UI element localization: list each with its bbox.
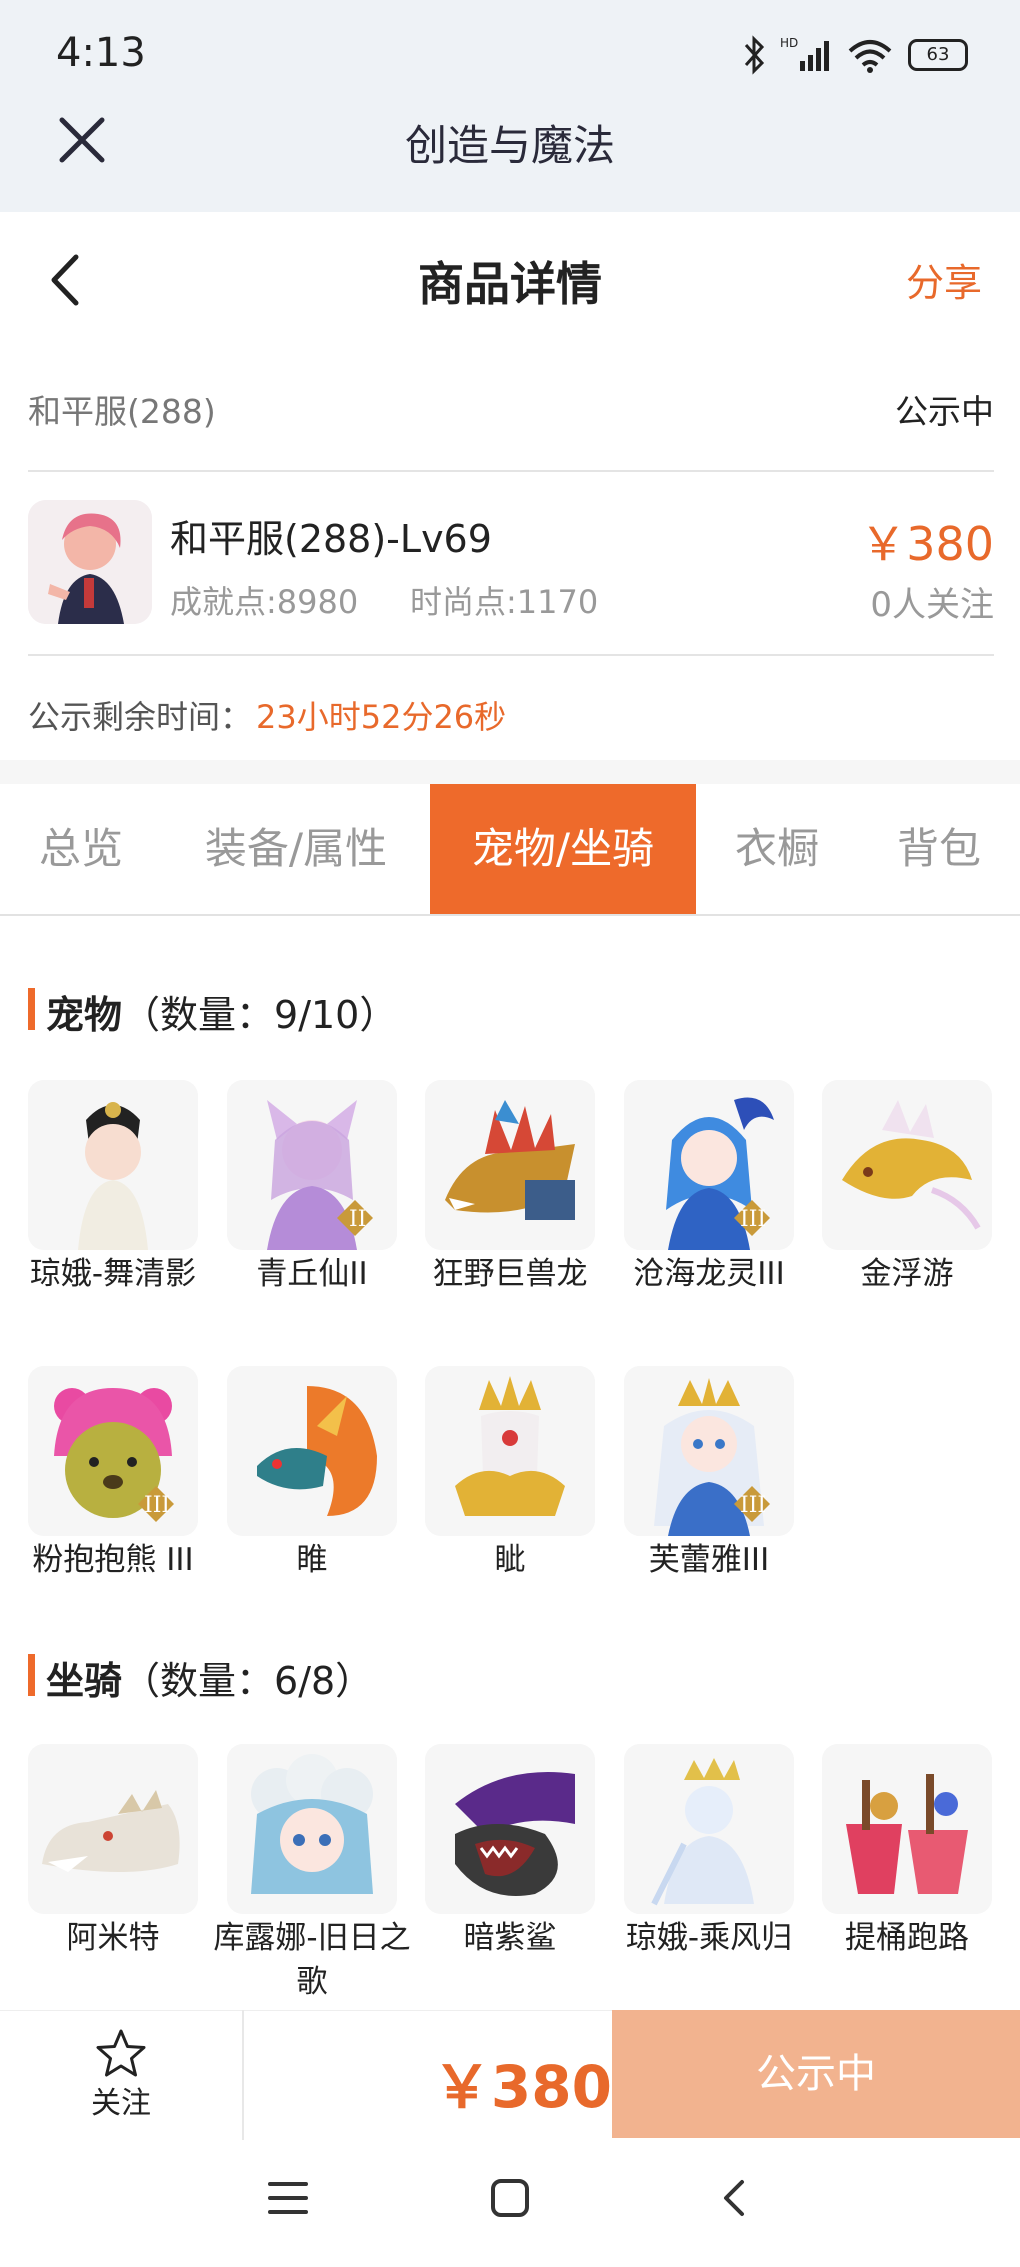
menu-icon[interactable] [266,2176,310,2220]
pet-name: 金浮游 [860,1256,954,1292]
pet-tile[interactable] [822,1080,992,1250]
mount-name: 提桶跑路 [845,1920,969,1956]
pet-name: 粉抱抱熊 III [32,1542,194,1578]
fashion-points: 时尚点:1170 [410,583,599,621]
mount-name: 暗紫鲨 [463,1920,557,1956]
listing-title: 和平服(288)-Lv69 [170,517,492,561]
character-avatar [28,500,152,624]
mount-name: 琼娥-乘风归 [625,1920,793,1956]
account-server-name: 和平服(288) [28,392,216,431]
listing-status: 公示中 [895,392,994,431]
home-icon[interactable] [488,2176,532,2220]
svg-text:HD: HD [780,36,798,50]
svg-text:III: III [740,1207,766,1232]
pet-name: 眦 [494,1542,526,1578]
mounts-section-title: 坐骑（数量：6/8） [46,1659,374,1703]
divider [28,470,994,472]
status-time: 4:13 [56,30,146,76]
tab-wardrobe[interactable]: 衣橱 [696,784,858,914]
pet-tile[interactable] [227,1366,397,1536]
app-title: 创造与魔法 [404,121,615,170]
pet-name: 狂野巨兽龙 [432,1256,588,1292]
tab-overview[interactable]: 总览 [0,784,162,914]
mount-name: 阿米特 [66,1920,160,1956]
mount-tile[interactable] [28,1744,198,1914]
mount-tile[interactable] [227,1744,397,1914]
pets-section-title: 宠物（数量：9/10） [46,993,398,1037]
tab-pets-mounts[interactable]: 宠物/坐骑 [430,784,696,914]
section-gap [0,760,1020,784]
wifi-icon [848,40,892,73]
tab-backpack[interactable]: 背包 [858,784,1020,914]
mount-tile[interactable] [822,1744,992,1914]
svg-text:III: III [144,1493,170,1518]
divider [28,654,994,656]
achievement-points: 成就点:8980 [170,583,359,621]
share-button[interactable]: 分享 [906,252,982,307]
listing-price: ￥380 [860,517,994,571]
pet-tile[interactable]: III [624,1080,794,1250]
pet-name: 芙蕾雅III [648,1542,770,1578]
system-nav-bar [0,2140,1020,2267]
follow-label: 关注 [91,2086,151,2121]
status-icons: HD 63 [742,30,968,80]
tab-equipment[interactable]: 装备/属性 [162,784,430,914]
tab-bar: 总览 装备/属性 宠物/坐骑 衣橱 背包 [0,784,1020,916]
star-icon [96,2029,146,2077]
svg-text:II: II [349,1207,366,1232]
section-marker [28,1654,35,1696]
pet-name: 睢 [296,1542,328,1578]
section-marker [28,988,35,1030]
remaining-time-value: 23小时52分26秒 [256,698,507,736]
follower-count: 0人关注 [870,585,994,625]
bottom-price: ￥380 [432,2053,612,2121]
pet-tile[interactable] [28,1080,198,1250]
signal-icon: HD [780,36,829,71]
mount-name: 库露娜-旧日之歌 [213,1920,411,2000]
mount-tile[interactable] [624,1744,794,1914]
pet-tile[interactable] [425,1366,595,1536]
status-button[interactable]: 公示中 [612,2010,1020,2138]
pet-tile[interactable]: II [227,1080,397,1250]
follow-button[interactable]: 关注 [0,2010,242,2140]
pet-tile[interactable]: III [624,1366,794,1536]
pet-tile[interactable] [425,1080,595,1250]
page-title: 商品详情 [418,257,602,311]
pet-name: 沧海龙灵III [633,1256,785,1292]
remaining-time-label: 公示剩余时间： [28,698,253,736]
battery-icon: 63 [908,39,968,71]
pet-name: 青丘仙II [256,1256,368,1292]
mount-tile[interactable] [425,1744,595,1914]
svg-text:III: III [740,1493,766,1518]
pet-tile[interactable]: III [28,1366,198,1536]
bluetooth-icon [744,35,765,75]
pet-name: 琼娥-舞清影 [29,1256,197,1292]
nav-back-icon[interactable] [712,2176,756,2220]
